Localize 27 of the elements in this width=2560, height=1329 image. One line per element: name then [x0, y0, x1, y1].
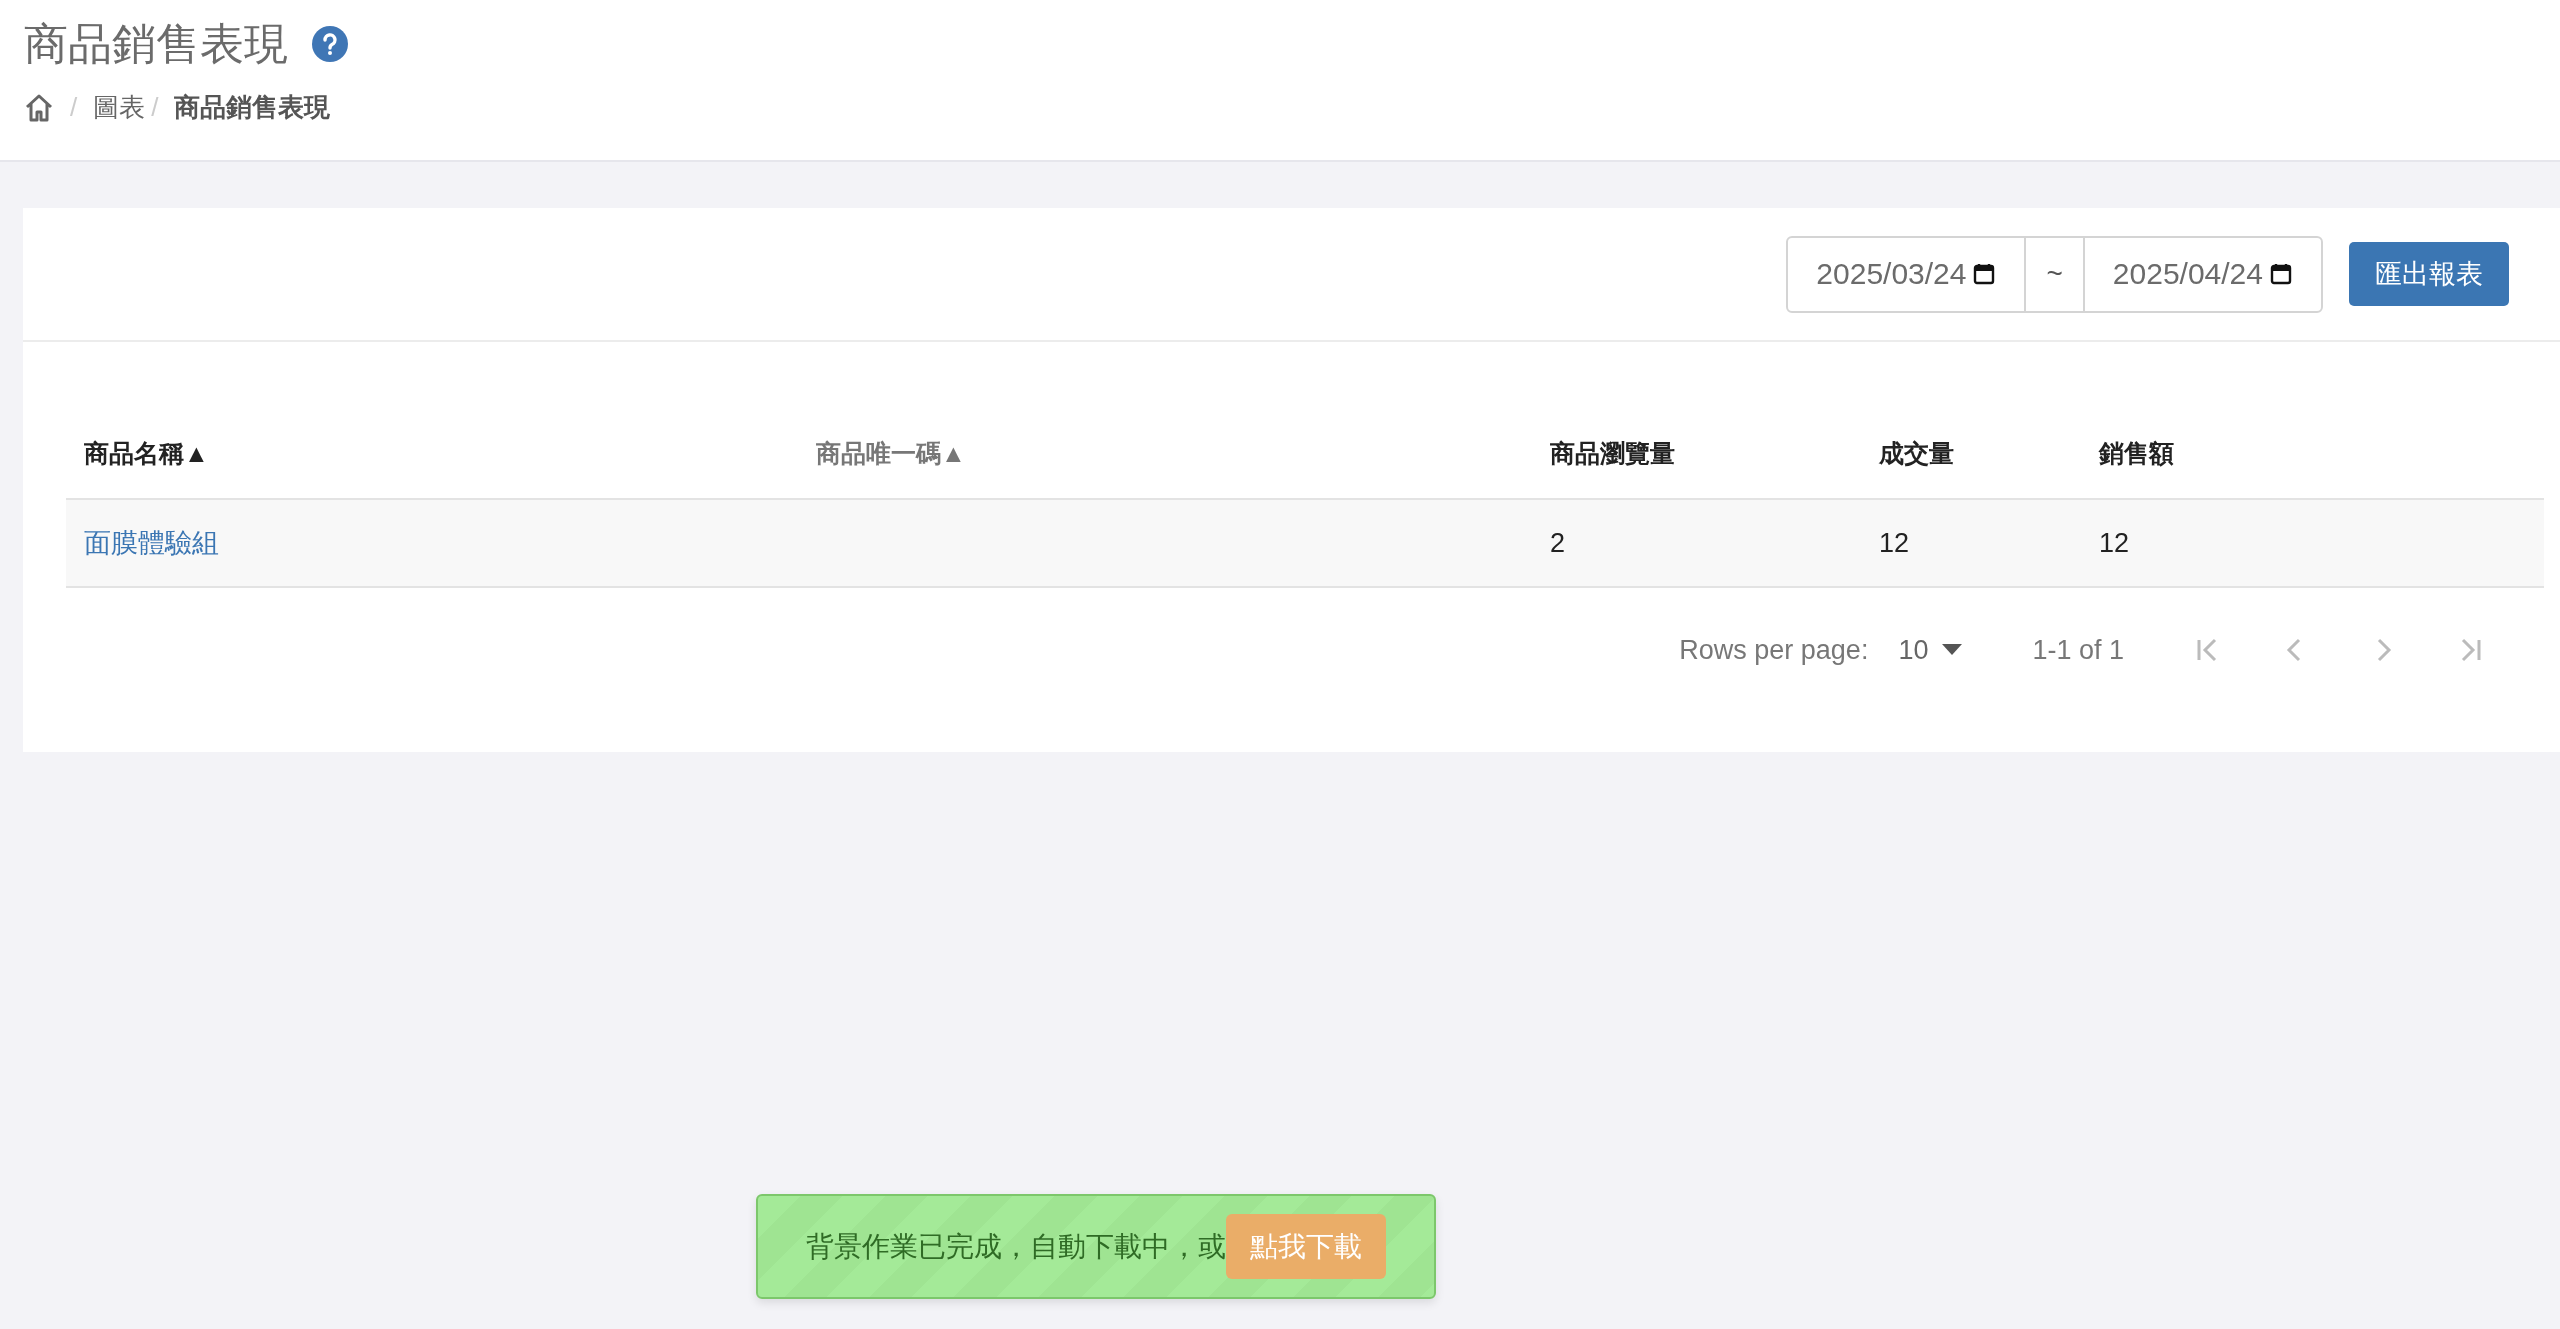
table-cell: 2 [1550, 527, 1566, 558]
column-header[interactable]: 商品名稱▲ [84, 438, 209, 467]
column-header: 商品瀏覽量 [1550, 438, 1675, 467]
caret-icon [1942, 644, 1963, 656]
column-header: 成交量 [1879, 438, 1954, 467]
product-link[interactable]: 面膜體驗組 [84, 528, 219, 558]
home-icon[interactable] [24, 92, 54, 123]
table-cell: 12 [1879, 527, 1910, 558]
help-icon[interactable] [312, 26, 348, 62]
rows-per-page-select[interactable]: 10 [1898, 634, 1963, 666]
toast-message: 背景作業已完成，自動下載中，或 [806, 1229, 1226, 1264]
breadcrumb-separator: / [151, 92, 159, 123]
column-header: 銷售額 [2099, 438, 2174, 467]
calendar-icon[interactable] [1972, 262, 1997, 286]
breadcrumb-item: 商品銷售表現 [174, 91, 331, 124]
rows-per-page-label: Rows per page: [1679, 634, 1869, 666]
export-report-button[interactable]: 匯出報表 [2349, 242, 2509, 306]
breadcrumb-separator: / [70, 92, 78, 123]
breadcrumb-item[interactable]: 圖表 [93, 90, 146, 125]
page-title: 商品銷售表現 [24, 18, 288, 70]
page-range: 1-1 of 1 [2032, 634, 2124, 666]
end-date-field[interactable]: 2025/04/24 [2084, 237, 2321, 311]
calendar-icon[interactable] [2269, 262, 2293, 286]
range-separator: ~ [2024, 237, 2085, 311]
column-header[interactable]: 商品唯一碼▲ [816, 438, 966, 467]
start-date-field[interactable]: 2025/03/24 [1788, 237, 2025, 311]
table-cell: 12 [2099, 527, 2130, 558]
